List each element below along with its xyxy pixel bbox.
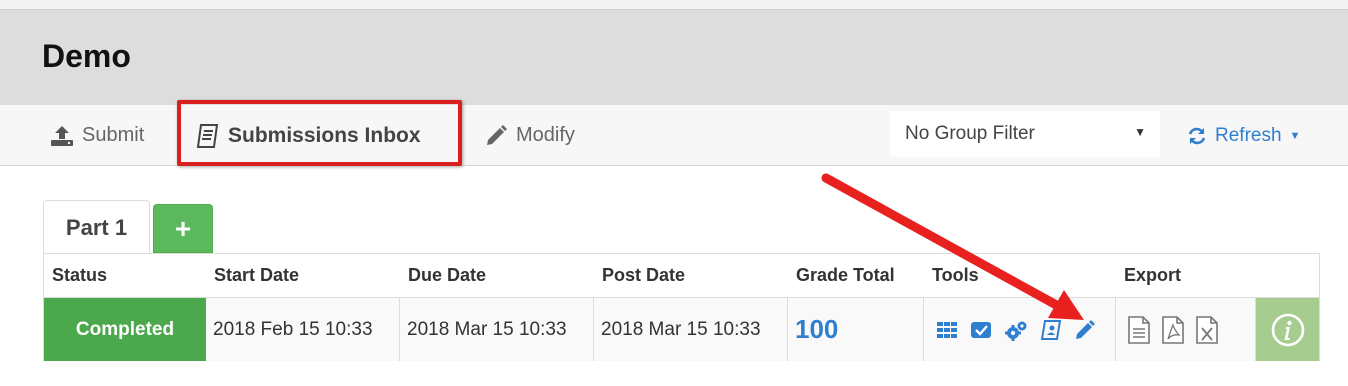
submissions-table: Status Start Date Due Date Post Date Gra… [43, 253, 1320, 361]
submit-button[interactable]: Submit [50, 105, 144, 166]
due-date-cell: 2018 Mar 15 10:33 [400, 298, 594, 361]
table-row: Completed 2018 Feb 15 10:33 2018 Mar 15 … [44, 297, 1319, 361]
refresh-button[interactable]: Refresh ▼ [1187, 105, 1300, 166]
header-tools: Tools [932, 265, 979, 285]
group-filter-value: No Group Filter [905, 123, 1035, 144]
contact-card-icon[interactable] [1040, 319, 1062, 341]
pencil-icon [487, 124, 507, 145]
pdf-file-icon[interactable] [1160, 315, 1186, 345]
refresh-label: Refresh [1215, 124, 1282, 146]
text-file-icon[interactable] [1126, 315, 1152, 345]
group-filter-select[interactable]: No Group Filter ▼ [890, 111, 1160, 157]
header-grade-total: Grade Total [796, 265, 895, 285]
header-export: Export [1124, 265, 1182, 285]
add-part-button[interactable]: + [153, 204, 213, 253]
post-date-cell: 2018 Mar 15 10:33 [594, 298, 788, 361]
info-icon [1271, 313, 1304, 346]
grade-total-value[interactable]: 100 [788, 298, 924, 361]
info-button[interactable] [1256, 298, 1319, 361]
header-start-date: Start Date [214, 265, 300, 285]
header-due-date: Due Date [408, 265, 487, 285]
excel-file-icon[interactable] [1194, 315, 1220, 345]
modify-label: Modify [516, 124, 575, 146]
chevron-down-icon: ▼ [1289, 129, 1301, 142]
submit-label: Submit [82, 124, 145, 146]
page-title: Demo [42, 38, 131, 74]
export-cell [1116, 298, 1256, 361]
tab-part-1-label: Part 1 [65, 215, 128, 240]
plus-icon: + [174, 212, 192, 244]
chevron-down-icon: ▼ [1134, 125, 1146, 139]
tools-cell [924, 298, 1116, 361]
pencil-icon[interactable] [1074, 319, 1096, 341]
header-post-date: Post Date [602, 265, 686, 285]
tab-part-1[interactable]: Part 1 [43, 200, 150, 255]
header-status: Status [52, 265, 108, 285]
annotation-highlight-box [177, 100, 462, 166]
check-square-icon[interactable] [970, 320, 992, 340]
status-badge: Completed [44, 298, 206, 361]
gears-icon[interactable] [1004, 319, 1028, 341]
browser-top-strip [0, 0, 1348, 10]
modify-button[interactable]: Modify [484, 105, 575, 166]
refresh-icon [1188, 127, 1206, 144]
upload-icon [51, 125, 73, 146]
start-date-cell: 2018 Feb 15 10:33 [206, 298, 400, 361]
grid-icon[interactable] [936, 320, 958, 340]
title-bar: Demo [0, 10, 1348, 105]
